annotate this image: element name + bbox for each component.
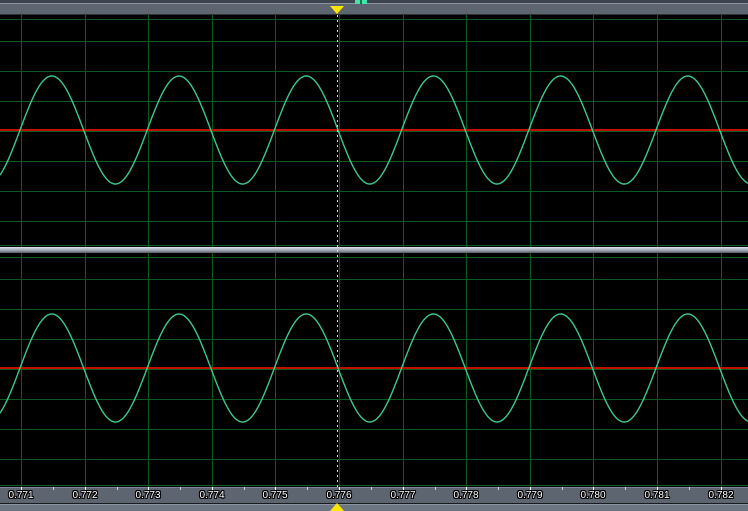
grid-lines [0, 253, 748, 487]
scroll-thumb[interactable] [355, 0, 367, 4]
scroll-thumb-notch [360, 0, 362, 4]
top-scroll-bar[interactable] [0, 0, 748, 15]
cursor-bottom-handle up-triangle-icon[interactable] [330, 503, 344, 511]
minor-tick [625, 487, 626, 490]
minor-tick [307, 487, 308, 490]
ruler-top-edge [0, 487, 748, 488]
minor-tick [117, 487, 118, 490]
cursor-top-handle down-triangle-icon[interactable] [330, 6, 344, 14]
zero-amplitude-line [0, 367, 748, 369]
bottom-scroll-bar[interactable] [0, 503, 748, 511]
time-label: 0.774 [192, 490, 232, 501]
channel-2-plot [0, 253, 748, 487]
zero-amplitude-line [0, 129, 748, 131]
time-label: 0.778 [446, 490, 486, 501]
time-label: 0.779 [510, 490, 550, 501]
channel-1-plot [0, 15, 748, 247]
minor-tick [53, 487, 54, 490]
time-label: 0.780 [573, 490, 613, 501]
minor-tick [435, 487, 436, 490]
minor-tick [371, 487, 372, 490]
time-label: 0.781 [637, 490, 677, 501]
playback-cursor-line [337, 15, 338, 487]
time-label: 0.773 [128, 490, 168, 501]
minor-tick [244, 487, 245, 490]
time-label: 0.775 [255, 490, 295, 501]
time-ruler[interactable]: 0.771 0.772 0.773 0.774 0.775 0.776 0.777 0.778… [0, 487, 748, 503]
bottom-bar-highlight [0, 504, 748, 505]
minor-tick [689, 487, 690, 490]
time-label: 0.772 [65, 490, 105, 501]
waveform-editor-screen: 0.771 0.772 0.773 0.774 0.775 0.776 0.777 0.778… [0, 0, 748, 511]
top-bar-highlight [0, 3, 748, 4]
time-label: 0.776 [319, 490, 359, 501]
channel-2-waveform-panel[interactable] [0, 253, 748, 487]
minor-tick [562, 487, 563, 490]
minor-tick [498, 487, 499, 490]
time-label: 0.777 [383, 490, 423, 501]
time-label: 0.771 [1, 490, 41, 501]
channel-1-waveform-panel[interactable] [0, 15, 748, 247]
time-label: 0.782 [701, 490, 741, 501]
minor-tick [180, 487, 181, 490]
